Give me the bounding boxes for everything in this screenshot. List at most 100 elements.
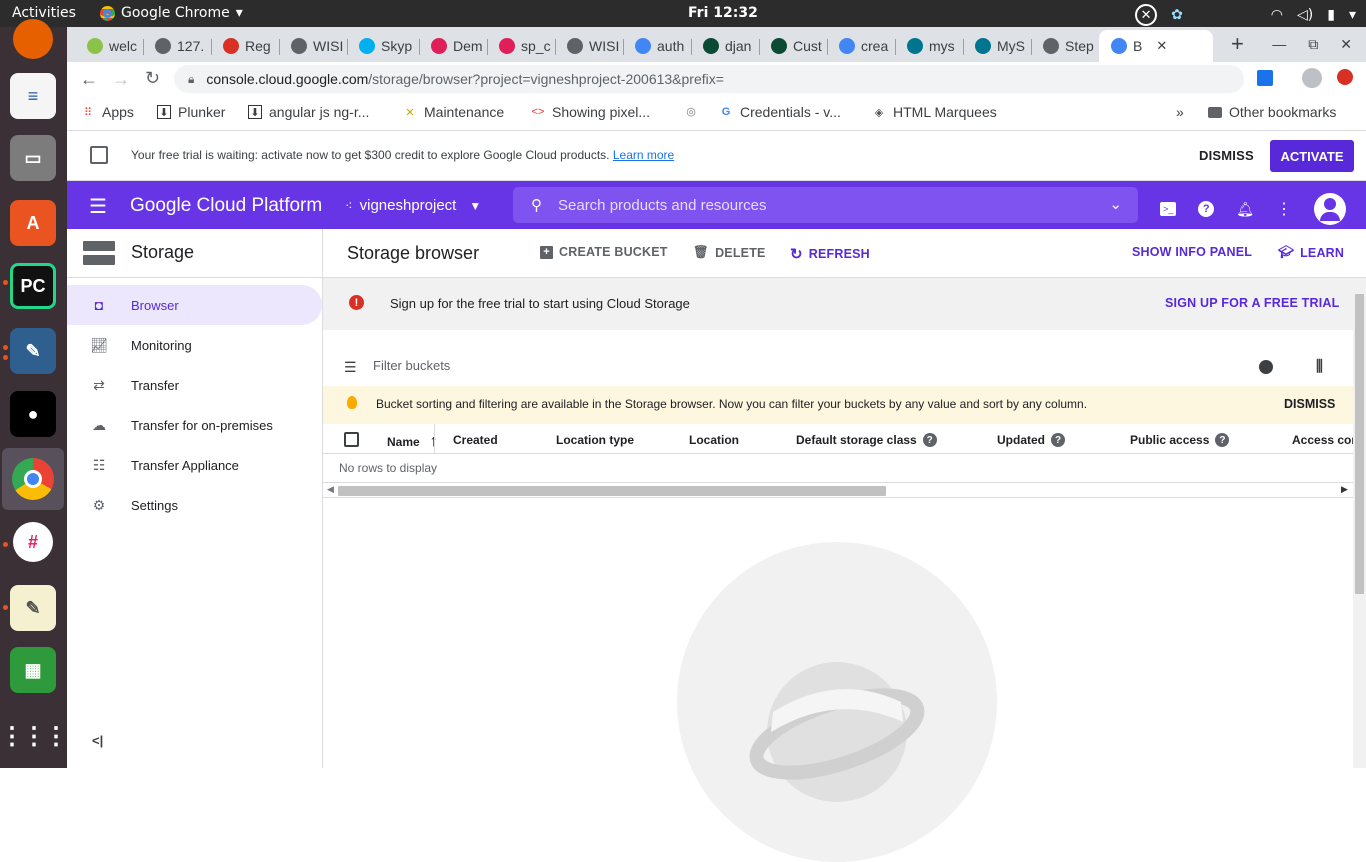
bookmark-showing-pixel[interactable]: <> Showing pixel... — [531, 104, 651, 120]
column-access-control[interactable]: Access cor — [1292, 433, 1353, 447]
browser-tab[interactable]: welc — [75, 30, 143, 62]
app-menu[interactable]: Google Chrome ▾ — [100, 5, 243, 21]
search-input[interactable]: ⚲ Search products and resources ⌄ — [513, 187, 1138, 223]
delete-button[interactable]: 🗑︎ DELETE — [693, 245, 766, 260]
chrome-dock-icon[interactable] — [12, 458, 54, 500]
column-location-type[interactable]: Location type — [556, 433, 634, 447]
text-editor-icon[interactable]: ✎ — [10, 585, 56, 631]
system-tray[interactable]: ✕ ✿ ◠ ◁) ▮ ▾ — [1135, 4, 1356, 26]
column-updated[interactable]: Updated? — [997, 433, 1065, 447]
browser-tab[interactable]: MyS — [963, 30, 1031, 62]
filter-input[interactable]: Filter buckets — [373, 358, 450, 373]
cloud-shell-icon[interactable]: >_ — [1160, 202, 1177, 216]
sidebar-item-monitoring[interactable]: 📈︎ Monitoring — [67, 325, 322, 365]
address-bar[interactable]: 🔒︎ console.cloud.google.com /storage/bro… — [174, 65, 1244, 93]
select-all-checkbox[interactable] — [344, 432, 359, 447]
help-icon[interactable] — [1259, 360, 1273, 374]
column-name[interactable]: Name↑ — [387, 433, 438, 451]
browser-tab[interactable]: auth — [623, 30, 691, 62]
bookmark-apps[interactable]: ⠿ Apps — [81, 104, 134, 120]
info-icon[interactable]: 🔒︎ — [188, 72, 194, 87]
back-icon[interactable]: ← — [80, 69, 98, 90]
bookmark-angular[interactable]: ⬇ angular js ng-r... — [248, 104, 369, 120]
wifi-icon[interactable]: ◠ — [1271, 7, 1283, 23]
battery-icon[interactable]: ▮ — [1327, 7, 1335, 23]
weather-icon[interactable]: ✿ — [1171, 7, 1183, 23]
firefox-icon[interactable] — [13, 19, 53, 59]
bookmark-maintenance[interactable]: ✕ Maintenance — [403, 104, 504, 120]
sidebar-item-transfer-appliance[interactable]: ☷ Transfer Appliance — [67, 445, 322, 485]
extension-icon[interactable] — [1257, 70, 1273, 86]
column-public-access[interactable]: Public access? — [1130, 433, 1230, 447]
browser-tab[interactable]: WISI — [279, 30, 347, 62]
sidebar-item-transfer-on-premises[interactable]: ☁ Transfer for on-premises — [67, 405, 322, 445]
browser-tab[interactable]: B ✕ — [1099, 30, 1213, 62]
project-selector[interactable]: ⁖ vigneshproject ▼ — [345, 197, 481, 214]
software-center-icon[interactable]: A — [10, 200, 56, 246]
pycharm-icon[interactable]: PC — [10, 263, 56, 309]
slack-icon[interactable]: # — [13, 522, 53, 562]
browser-tab[interactable]: Cust — [759, 30, 827, 62]
bookmark-credentials[interactable]: G Credentials - v... — [719, 104, 841, 120]
browser-tab[interactable]: sp_c — [487, 30, 555, 62]
column-display-icon[interactable]: ⫼ — [1316, 358, 1323, 375]
browser-tab[interactable]: Skyp — [347, 30, 419, 62]
notifications-icon[interactable]: 🔔︎ — [1236, 201, 1254, 218]
sidebar-item-settings[interactable]: ⚙ Settings — [67, 485, 322, 525]
update-icon[interactable] — [1337, 69, 1353, 85]
hamburger-menu-icon[interactable]: ☰ — [89, 194, 107, 219]
bookmark-html-marquees[interactable]: ◈ HTML Marquees — [872, 104, 997, 120]
tip-dismiss-button[interactable]: DISMISS — [1284, 397, 1335, 411]
writer-icon[interactable]: ≡ — [10, 73, 56, 119]
close-icon[interactable]: ✕ — [1340, 36, 1352, 53]
bookmark-plunker[interactable]: ⬇ Plunker — [157, 104, 225, 120]
browser-tab[interactable]: WISI — [555, 30, 623, 62]
minimize-icon[interactable]: — — [1272, 36, 1286, 53]
browser-tab[interactable]: djan — [691, 30, 759, 62]
sign-up-button[interactable]: SIGN UP FOR A FREE TRIAL — [1165, 296, 1339, 310]
show-info-panel-button[interactable]: SHOW INFO PANEL — [1132, 245, 1252, 259]
help-icon[interactable]: ? — [1051, 433, 1065, 447]
help-icon[interactable]: ? — [922, 433, 937, 447]
browser-tab[interactable]: Dem — [419, 30, 487, 62]
avatar[interactable] — [1314, 193, 1346, 225]
scroll-right-icon[interactable]: ▶ — [1341, 484, 1348, 495]
sidebar-item-transfer[interactable]: ⇄ Transfer — [67, 365, 322, 405]
collapse-sidebar-icon[interactable]: <| — [92, 733, 103, 748]
reload-icon[interactable]: ↻ — [145, 68, 160, 89]
calc-icon[interactable]: ▦ — [10, 647, 56, 693]
new-tab-icon[interactable]: + — [1231, 31, 1244, 57]
create-bucket-button[interactable]: + CREATE BUCKET — [540, 245, 668, 259]
maximize-icon[interactable]: ⧉ — [1308, 36, 1318, 53]
scrollbar-thumb[interactable] — [1355, 294, 1364, 594]
activities-button[interactable]: Activities — [12, 5, 76, 21]
forward-icon[interactable]: → — [112, 69, 130, 90]
scroll-left-icon[interactable]: ◀ — [327, 484, 334, 495]
help-icon[interactable]: ? — [1215, 433, 1230, 447]
profile-icon[interactable] — [1302, 68, 1322, 88]
volume-icon[interactable]: ◁) — [1297, 7, 1313, 23]
column-created[interactable]: Created — [453, 433, 498, 447]
vertical-scrollbar[interactable] — [1353, 278, 1366, 768]
more-vert-icon[interactable]: ⋮ — [1276, 199, 1292, 219]
clock[interactable]: Fri 12:32 — [688, 5, 758, 21]
sidebar-item-browser[interactable]: ◘ Browser — [67, 285, 322, 325]
column-location[interactable]: Location — [689, 433, 739, 447]
gcp-title[interactable]: Google Cloud Platform — [130, 195, 322, 217]
dismiss-button[interactable]: DISMISS — [1199, 148, 1254, 163]
chevron-down-icon[interactable]: ▾ — [1349, 7, 1356, 23]
app-icon[interactable]: ● — [10, 391, 56, 437]
browser-tab[interactable]: Step — [1031, 30, 1099, 62]
mysql-workbench-icon[interactable]: ✎ — [10, 328, 56, 374]
bookmark-toyota[interactable]: ◎ — [684, 104, 698, 118]
scrollbar-thumb[interactable] — [338, 486, 886, 496]
learn-more-link[interactable]: Learn more — [613, 148, 674, 162]
column-default-storage-class[interactable]: Default storage class? — [796, 433, 937, 447]
activate-button[interactable]: ACTIVATE — [1270, 140, 1354, 172]
show-apps-icon[interactable]: ⋮⋮⋮ — [0, 713, 68, 759]
chevron-down-icon[interactable]: ⌄ — [1109, 195, 1122, 213]
browser-tab[interactable]: 127. — [143, 30, 211, 62]
refresh-button[interactable]: ↻ REFRESH — [790, 245, 870, 263]
browser-tab[interactable]: mys — [895, 30, 963, 62]
browser-tab[interactable]: crea — [827, 30, 895, 62]
